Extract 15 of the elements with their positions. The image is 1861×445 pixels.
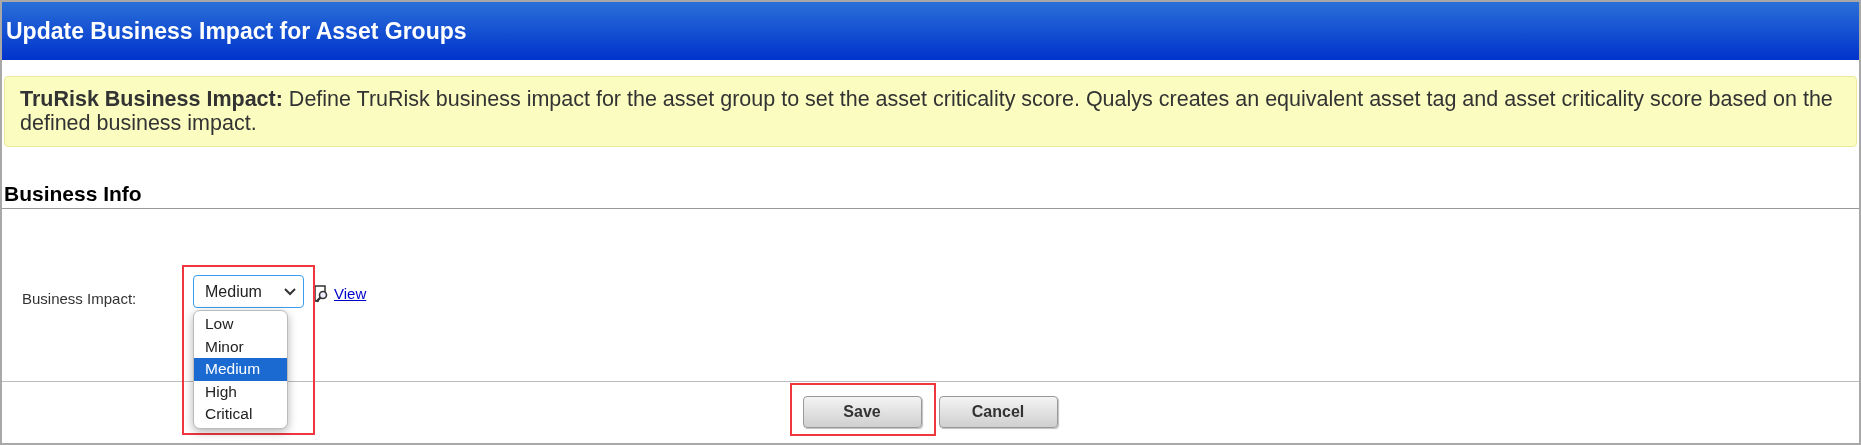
section-heading: Business Info [4,181,143,207]
chevron-down-icon [283,286,297,297]
business-impact-select[interactable]: Medium [193,275,304,308]
dropdown-option[interactable]: Medium [194,358,287,381]
form-button[interactable]: Save [802,396,922,428]
field-label: Business Impact: [22,289,138,309]
dropdown-option[interactable]: Low [194,313,287,336]
dropdown-option[interactable]: Minor [194,335,287,358]
info-notice: TruRisk Business Impact: Define TruRisk business impact for the asset group to set the asset criticality score. Qualys creates an equivalent asset tag and asset criticality score based on the defined business impact. [4,76,1857,147]
dropdown-option[interactable]: Critical [194,403,287,426]
form-button[interactable]: Cancel [938,396,1058,428]
dropdown-option[interactable]: High [194,380,287,403]
magnifier-icon [314,285,330,304]
view-link[interactable]: View [334,283,367,306]
page-title: Update Business Impact for Asset Groups [6,16,467,46]
